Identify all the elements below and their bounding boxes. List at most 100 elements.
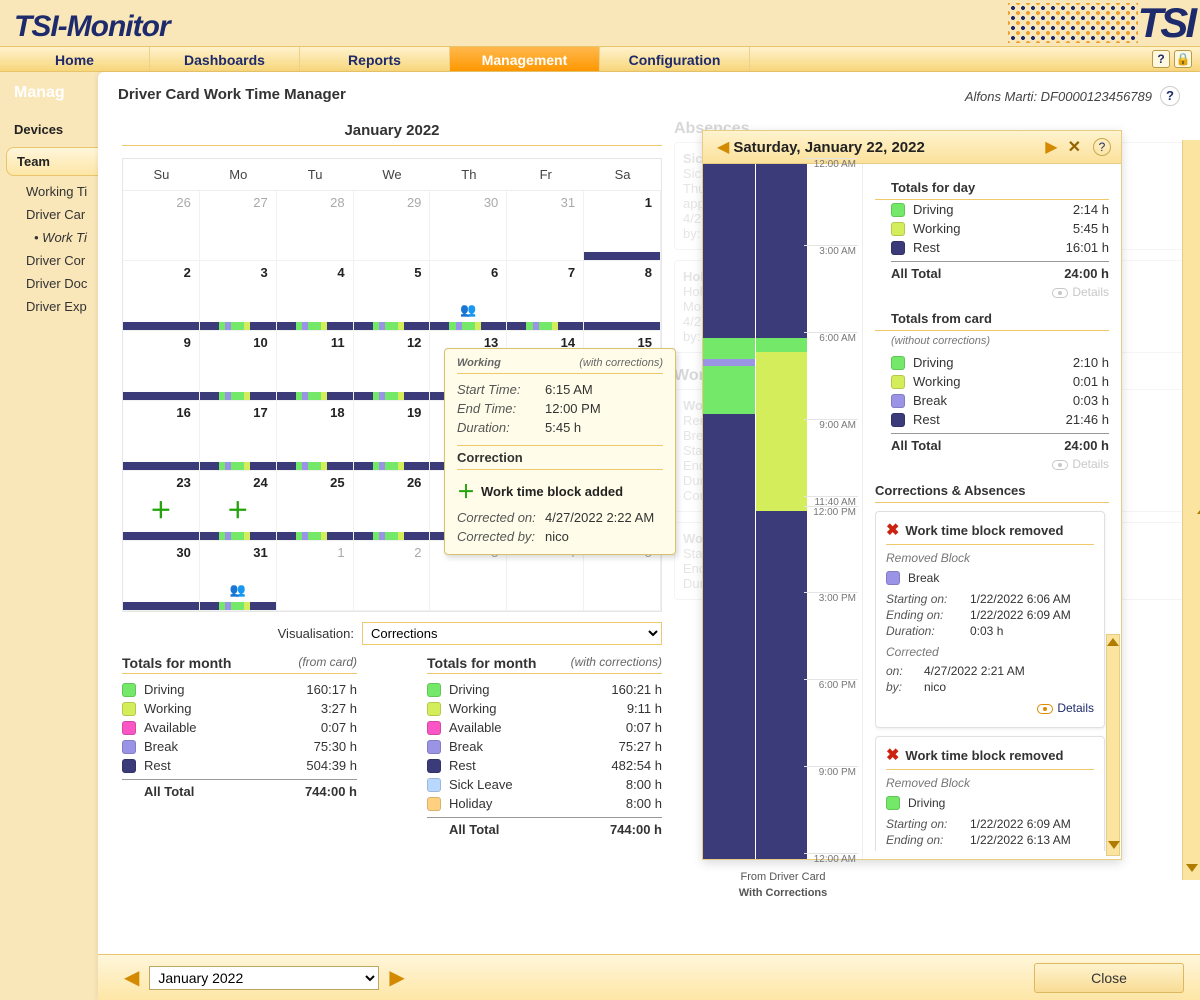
legend-swatch bbox=[891, 413, 905, 427]
details-link[interactable]: Details bbox=[886, 695, 1094, 719]
remove-icon: ✖ bbox=[886, 520, 899, 540]
calendar-cell[interactable]: 23＋ bbox=[123, 471, 200, 541]
totals-row: Driving160:21 h bbox=[427, 680, 662, 699]
sidebar: Manag Devices Team Working TiDriver CarW… bbox=[0, 72, 98, 1000]
sidebar-link[interactable]: Work Ti bbox=[0, 226, 98, 249]
timeline-caption-right: With Corrections bbox=[703, 887, 863, 899]
calendar-cell[interactable]: 30 bbox=[430, 191, 507, 261]
day-totals-row: Driving2:10 h bbox=[891, 353, 1109, 372]
legend-swatch bbox=[427, 797, 441, 811]
calendar-cell[interactable]: 2 bbox=[354, 541, 431, 611]
calendar-cell[interactable]: 30 bbox=[123, 541, 200, 611]
details-link[interactable]: Details bbox=[891, 281, 1109, 303]
legend-swatch bbox=[427, 702, 441, 716]
nav-item-management[interactable]: Management bbox=[450, 47, 600, 71]
sidebar-link[interactable]: Working Ti bbox=[0, 180, 98, 203]
close-button[interactable]: Close bbox=[1034, 963, 1184, 993]
calendar-cell[interactable]: 8 bbox=[584, 261, 661, 331]
day-totals-row: Driving2:14 h bbox=[891, 200, 1109, 219]
month-select[interactable]: January 2022 bbox=[149, 966, 379, 990]
day-timeline: 12:00 AM3:00 AM6:00 AM9:00 AM11:40 AM12:… bbox=[703, 164, 863, 859]
calendar-cell[interactable]: 31 bbox=[507, 191, 584, 261]
sidebar-link[interactable]: Driver Cor bbox=[0, 249, 98, 272]
weekday-header: Th bbox=[430, 159, 507, 191]
day-close-button[interactable]: ✕ bbox=[1062, 137, 1087, 157]
scroll-down-icon[interactable] bbox=[1186, 864, 1198, 872]
nav-item-configuration[interactable]: Configuration bbox=[600, 47, 750, 71]
legend-swatch bbox=[891, 394, 905, 408]
calendar-cell[interactable]: 16 bbox=[123, 401, 200, 471]
calendar-cell[interactable]: 2 bbox=[123, 261, 200, 331]
sidebar-title: Manag bbox=[0, 80, 98, 112]
calendar-cell[interactable]: 18 bbox=[277, 401, 354, 471]
corr-scroll-down-icon[interactable] bbox=[1108, 841, 1120, 849]
calendar-cell[interactable]: 25 bbox=[277, 471, 354, 541]
visualisation-select[interactable]: Corrections bbox=[362, 622, 662, 645]
calendar-cell[interactable]: 9 bbox=[123, 331, 200, 401]
app-logo-text: TSI-Monitor bbox=[14, 10, 170, 44]
nav-help-icon[interactable]: ? bbox=[1152, 50, 1170, 68]
legend-swatch bbox=[427, 759, 441, 773]
calendar-cell[interactable]: 6👥 bbox=[430, 261, 507, 331]
totals-row: Rest482:54 h bbox=[427, 756, 662, 775]
day-help-icon[interactable]: ? bbox=[1093, 138, 1111, 156]
calendar-cell[interactable]: 11 bbox=[277, 331, 354, 401]
page-scrollbar[interactable] bbox=[1182, 140, 1200, 880]
legend-swatch bbox=[122, 702, 136, 716]
sidebar-link[interactable]: Driver Car bbox=[0, 203, 98, 226]
corr-scroll-up-icon[interactable] bbox=[1107, 638, 1119, 646]
day-prev-button[interactable]: ◀ bbox=[713, 137, 733, 157]
prev-month-button[interactable]: ◀ bbox=[114, 965, 149, 990]
next-month-button[interactable]: ▶ bbox=[379, 965, 414, 990]
legend-swatch bbox=[122, 740, 136, 754]
sidebar-link[interactable]: Driver Doc bbox=[0, 272, 98, 295]
calendar-cell[interactable]: 10 bbox=[200, 331, 277, 401]
nav-lock-icon[interactable]: 🔒 bbox=[1174, 50, 1192, 68]
calendar-cell[interactable]: 26 bbox=[123, 191, 200, 261]
day-section-title: Totals from card bbox=[875, 307, 1109, 331]
calendar-cell[interactable]: 1 bbox=[584, 191, 661, 261]
tooltip-subtitle: (with corrections) bbox=[579, 357, 663, 369]
calendar-cell[interactable]: 1 bbox=[277, 541, 354, 611]
brand-block: TSI bbox=[1008, 0, 1200, 47]
legend-swatch bbox=[886, 796, 900, 810]
calendar-cell[interactable]: 28 bbox=[277, 191, 354, 261]
calendar-cell[interactable]: 24＋ bbox=[200, 471, 277, 541]
totals-title: Totals for month bbox=[122, 655, 231, 671]
sidebar-link[interactable]: Driver Exp bbox=[0, 295, 98, 318]
corrections-scrollbar[interactable] bbox=[1106, 634, 1120, 856]
day-totals-total: All Total24:00 h bbox=[891, 433, 1109, 453]
sidebar-section-devices[interactable]: Devices bbox=[0, 112, 98, 143]
calendar-cell[interactable]: 3 bbox=[200, 261, 277, 331]
legend-swatch bbox=[891, 375, 905, 389]
day-totals-total: All Total24:00 h bbox=[891, 261, 1109, 281]
nav-item-home[interactable]: Home bbox=[0, 47, 150, 71]
calendar-cell[interactable]: 27 bbox=[200, 191, 277, 261]
weekday-header: Sa bbox=[584, 159, 661, 191]
totals-row: Available0:07 h bbox=[427, 718, 662, 737]
calendar-cell[interactable]: 19 bbox=[354, 401, 431, 471]
nav-item-dashboards[interactable]: Dashboards bbox=[150, 47, 300, 71]
totals-total: All Total744:00 h bbox=[427, 817, 662, 837]
calendar-cell[interactable]: 4 bbox=[277, 261, 354, 331]
calendar-cell[interactable]: 17 bbox=[200, 401, 277, 471]
nav-item-reports[interactable]: Reports bbox=[300, 47, 450, 71]
details-link[interactable]: Details bbox=[891, 453, 1109, 475]
sidebar-tab-team[interactable]: Team bbox=[6, 147, 98, 176]
calendar-cell[interactable]: 31👥 bbox=[200, 541, 277, 611]
current-user: Alfons Marti: DF0000123456789 bbox=[965, 89, 1152, 104]
day-next-button[interactable]: ▶ bbox=[1041, 137, 1061, 157]
totals-row: Working3:27 h bbox=[122, 699, 357, 718]
totals-subtitle: (from card) bbox=[298, 655, 357, 671]
legend-swatch bbox=[427, 683, 441, 697]
totals-row: Rest504:39 h bbox=[122, 756, 357, 775]
calendar-cell[interactable]: 12 bbox=[354, 331, 431, 401]
people-icon: 👥 bbox=[460, 302, 476, 318]
help-icon[interactable]: ? bbox=[1160, 86, 1180, 106]
calendar-cell[interactable]: 29 bbox=[354, 191, 431, 261]
calendar-cell[interactable]: 5 bbox=[354, 261, 431, 331]
plus-icon: ＋ bbox=[150, 493, 172, 525]
calendar-cell[interactable]: 7 bbox=[507, 261, 584, 331]
calendar-cell[interactable]: 26 bbox=[354, 471, 431, 541]
brand-dots-icon bbox=[1008, 3, 1138, 43]
